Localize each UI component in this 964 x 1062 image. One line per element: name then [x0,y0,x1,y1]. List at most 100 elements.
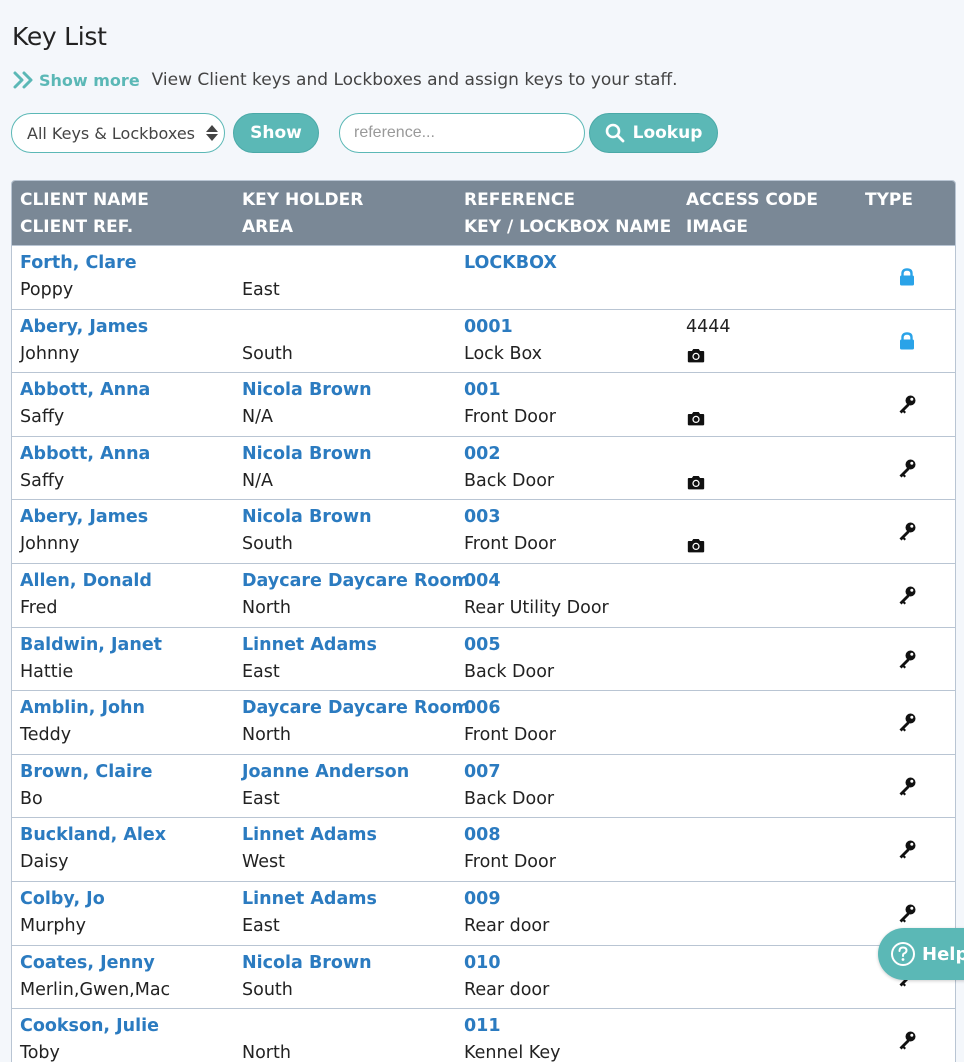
reference-cell: 0001 Lock Box [464,314,680,368]
reference-link[interactable]: 003 [464,504,680,531]
client-cell: Coates, Jenny Merlin,Gwen,Mac [20,950,236,1004]
key-holder-cell: Linnet Adams East [242,632,458,686]
reference-link[interactable]: 0001 [464,314,680,341]
reference-link[interactable]: 004 [464,568,680,595]
key-holder-link[interactable]: Nicola Brown [242,377,458,404]
client-name-link[interactable]: Colby, Jo [20,886,236,913]
access-code-cell [686,695,856,722]
key-holder-link[interactable]: Joanne Anderson [242,759,458,786]
reference-link[interactable]: 002 [464,441,680,468]
table-row[interactable]: Buckland, Alex Daisy Linnet Adams West 008 Fr… [12,817,955,881]
client-name-link[interactable]: Abery, James [20,504,236,531]
reference-link[interactable]: 006 [464,695,680,722]
table-row[interactable]: Abery, James Johnny Nicola Brown South 003 Fr… [12,499,955,563]
lookup-button[interactable]: Lookup [589,113,718,153]
table-row[interactable]: Brown, Claire Bo Joanne Anderson East 007 Bac… [12,753,955,818]
table-row[interactable]: Cookson, Julie Toby North 011 Kennel Key [12,1008,955,1062]
client-name-link[interactable]: Cookson, Julie [20,1013,236,1040]
table-row[interactable]: Abbott, Anna Saffy Nicola Brown N/A 002 Back … [12,435,955,500]
client-name-link[interactable]: Forth, Clare [20,250,236,277]
table-row[interactable]: Colby, Jo Murphy Linnet Adams East 009 Rear d… [12,880,955,945]
client-name-link[interactable]: Amblin, John [20,695,236,722]
area: North [242,1043,291,1062]
help-button[interactable]: Help [878,928,964,980]
key-holder-link[interactable] [242,314,458,341]
client-name-link[interactable]: Coates, Jenny [20,950,236,977]
key-holder-link[interactable] [242,250,458,277]
key-name: Front Door [464,852,556,873]
camera-icon[interactable] [686,341,708,368]
table-row[interactable]: Abbott, Anna Saffy Nicola Brown N/A 001 Front… [12,372,955,436]
table-row[interactable]: Forth, Clare Poppy East LOCKBOX [12,245,955,309]
client-ref: Murphy [20,915,86,936]
camera-icon[interactable] [686,468,708,495]
area: South [242,534,293,555]
reference-search-input[interactable] [339,113,585,153]
key-holder-link[interactable] [242,1013,458,1040]
lock-icon [896,330,918,352]
key-holder-link[interactable]: Daycare Daycare Room [242,568,470,595]
camera-icon[interactable] [686,531,708,558]
key-icon [896,457,918,479]
reference-cell: 009 Rear door [464,886,680,940]
reference-link[interactable]: 010 [464,950,680,977]
header-client[interactable]: CLIENT NAME CLIENT REF. [20,181,236,241]
camera-icon[interactable] [686,404,708,431]
key-holder-link[interactable]: Daycare Daycare Room [242,695,470,722]
double-chevron-right-icon[interactable] [12,70,36,90]
client-name-link[interactable]: Allen, Donald [20,568,236,595]
key-holder-link[interactable]: Linnet Adams [242,886,458,913]
reference-link[interactable]: 001 [464,377,680,404]
client-name-link[interactable]: Abbott, Anna [20,441,236,468]
key-icon [896,711,918,733]
key-name: Back Door [464,470,555,491]
page-subtitle: Show more View Client keys and Lockboxes… [12,68,678,92]
client-name-link[interactable]: Baldwin, Janet [20,632,236,659]
client-cell: Abbott, Anna Saffy [20,377,236,431]
header-key-holder[interactable]: KEY HOLDER AREA [242,181,458,241]
area: North [242,597,291,618]
access-code-cell [686,504,856,558]
header-type[interactable]: TYPE [865,181,945,214]
table-row[interactable]: Allen, Donald Fred Daycare Daycare Room Nor… [12,562,955,627]
area: South [242,979,293,1000]
reference-cell: LOCKBOX [464,250,680,304]
show-more-link[interactable]: Show more [39,71,140,90]
client-ref: Merlin,Gwen,Mac [20,979,171,1000]
key-holder-link[interactable]: Linnet Adams [242,822,458,849]
header-reference-label: REFERENCE [464,190,575,210]
reference-link[interactable]: 005 [464,632,680,659]
table-row[interactable]: Amblin, John Teddy Daycare Daycare Room Nor… [12,690,955,754]
header-type-label: TYPE [865,190,913,210]
client-name-link[interactable]: Abery, James [20,314,236,341]
table-row[interactable]: Abery, James Johnny South 0001 Lock Box 4444 [12,308,955,373]
table-row[interactable]: Baldwin, Janet Hattie Linnet Adams East 005 B… [12,626,955,691]
client-name-link[interactable]: Buckland, Alex [20,822,236,849]
key-holder-link[interactable]: Nicola Brown [242,441,458,468]
client-cell: Forth, Clare Poppy [20,250,236,304]
show-button[interactable]: Show [233,113,319,153]
reference-link[interactable]: 007 [464,759,680,786]
access-code-cell [686,759,856,786]
header-access-code[interactable]: ACCESS CODE IMAGE [686,181,856,241]
reference-link[interactable]: 008 [464,822,680,849]
table-row[interactable]: Coates, Jenny Merlin,Gwen,Mac Nicola Brown… [12,944,955,1009]
key-holder-link[interactable]: Linnet Adams [242,632,458,659]
reference-link[interactable]: 009 [464,886,680,913]
header-reference[interactable]: REFERENCE KEY / LOCKBOX NAME [464,181,680,241]
help-label: Help [922,943,964,965]
key-holder-link[interactable]: Nicola Brown [242,504,458,531]
client-name-link[interactable]: Brown, Claire [20,759,236,786]
key-holder-cell: South [242,314,458,368]
key-holder-link[interactable]: Nicola Brown [242,950,458,977]
reference-cell: 003 Front Door [464,504,680,558]
key-type-select[interactable]: All Keys & Lockboxes [11,113,225,153]
page-description: View Client keys and Lockboxes and assig… [151,70,678,90]
key-holder-cell: Daycare Daycare Room North [242,695,470,749]
reference-link[interactable]: LOCKBOX [464,250,680,277]
client-ref: Hattie [20,661,74,682]
reference-cell: 004 Rear Utility Door [464,568,680,622]
area: East [242,915,280,936]
client-name-link[interactable]: Abbott, Anna [20,377,236,404]
reference-link[interactable]: 011 [464,1013,680,1040]
